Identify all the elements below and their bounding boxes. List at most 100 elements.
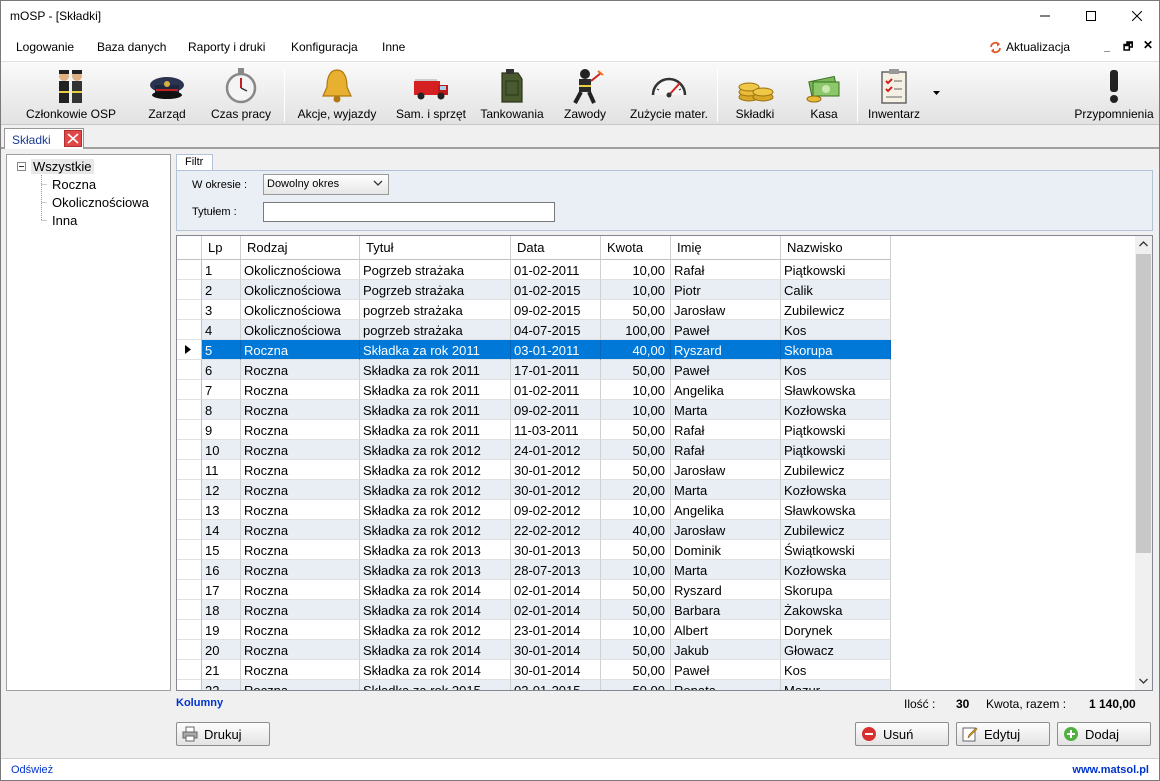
toolbar-competitions-button[interactable]: Zawody: [553, 62, 617, 124]
column-header-rodzaj[interactable]: Rodzaj: [241, 236, 360, 260]
column-header-tytul[interactable]: Tytuł: [360, 236, 511, 260]
cell-kwota[interactable]: 10,00: [601, 560, 671, 580]
cell-imie[interactable]: Jarosław: [671, 300, 781, 320]
cell-nazwisko[interactable]: Żakowska: [781, 600, 891, 620]
toolbar-board-button[interactable]: Zarząd: [129, 62, 205, 124]
cell-tytul[interactable]: Składka za rok 2011: [360, 340, 511, 360]
cell-imie[interactable]: Jarosław: [671, 460, 781, 480]
cell-lp[interactable]: 10: [202, 440, 241, 460]
cell-data[interactable]: 09-02-2015: [511, 300, 601, 320]
cell-tytul[interactable]: Składka za rok 2011: [360, 380, 511, 400]
cell-tytul[interactable]: Składka za rok 2012: [360, 440, 511, 460]
row-header[interactable]: [177, 420, 202, 440]
row-header[interactable]: [177, 480, 202, 500]
row-header[interactable]: [177, 520, 202, 540]
cell-imie[interactable]: Angelika: [671, 380, 781, 400]
toolbar-actions-button[interactable]: Akcje, wyjazdy: [289, 62, 385, 124]
cell-rodzaj[interactable]: Roczna: [241, 340, 360, 360]
cell-imie[interactable]: Ryszard: [671, 580, 781, 600]
row-header[interactable]: [177, 320, 202, 340]
cell-data[interactable]: 02-01-2014: [511, 580, 601, 600]
cell-rodzaj[interactable]: Okolicznościowa: [241, 260, 360, 280]
cell-nazwisko[interactable]: Kos: [781, 320, 891, 340]
cell-data[interactable]: 11-03-2011: [511, 420, 601, 440]
cell-data[interactable]: 09-02-2011: [511, 400, 601, 420]
cell-data[interactable]: 03-01-2011: [511, 340, 601, 360]
row-header[interactable]: [177, 340, 202, 360]
cell-imie[interactable]: Paweł: [671, 320, 781, 340]
cell-kwota[interactable]: 50,00: [601, 580, 671, 600]
cell-tytul[interactable]: Składka za rok 2011: [360, 360, 511, 380]
cell-nazwisko[interactable]: Kozłowska: [781, 560, 891, 580]
cell-rodzaj[interactable]: Roczna: [241, 660, 360, 680]
period-select[interactable]: Dowolny okres: [263, 174, 389, 195]
cell-nazwisko[interactable]: Sławkowska: [781, 500, 891, 520]
cell-kwota[interactable]: 50,00: [601, 680, 671, 690]
cell-rodzaj[interactable]: Roczna: [241, 500, 360, 520]
row-header[interactable]: [177, 680, 202, 690]
column-header-imie[interactable]: Imię: [671, 236, 781, 260]
cell-lp[interactable]: 20: [202, 640, 241, 660]
scrollbar-thumb[interactable]: [1136, 254, 1151, 553]
cell-imie[interactable]: Jakub: [671, 640, 781, 660]
toolbar-reminders-button[interactable]: Przypomnienia: [1069, 62, 1159, 124]
column-header-data[interactable]: Data: [511, 236, 601, 260]
menu-logowanie[interactable]: Logowanie: [16, 40, 74, 54]
cell-nazwisko[interactable]: Świątkowski: [781, 540, 891, 560]
close-button[interactable]: [1114, 1, 1159, 31]
toolbar-consumption-button[interactable]: Zużycie mater.: [623, 62, 715, 124]
cell-rodzaj[interactable]: Roczna: [241, 380, 360, 400]
cell-rodzaj[interactable]: Roczna: [241, 620, 360, 640]
row-header[interactable]: [177, 300, 202, 320]
cell-nazwisko[interactable]: Sławkowska: [781, 380, 891, 400]
cell-rodzaj[interactable]: Roczna: [241, 400, 360, 420]
row-header[interactable]: [177, 660, 202, 680]
toolbar-cash-button[interactable]: Kasa: [791, 62, 857, 124]
table-row[interactable]: 15 Roczna Składka za rok 2013 30-01-2013 50,…: [177, 540, 891, 560]
cell-imie[interactable]: Angelika: [671, 500, 781, 520]
column-header-lp[interactable]: Lp: [202, 236, 241, 260]
cell-nazwisko[interactable]: Mazur: [781, 680, 891, 690]
cell-rodzaj[interactable]: Roczna: [241, 460, 360, 480]
cell-lp[interactable]: 4: [202, 320, 241, 340]
cell-tytul[interactable]: Pogrzeb strażaka: [360, 280, 511, 300]
cell-tytul[interactable]: Składka za rok 2012: [360, 500, 511, 520]
cell-nazwisko[interactable]: Dorynek: [781, 620, 891, 640]
cell-kwota[interactable]: 50,00: [601, 540, 671, 560]
cell-kwota[interactable]: 50,00: [601, 300, 671, 320]
row-header[interactable]: [177, 460, 202, 480]
table-row[interactable]: 19 Roczna Składka za rok 2012 23-01-2014 10,…: [177, 620, 891, 640]
cell-imie[interactable]: Jarosław: [671, 520, 781, 540]
cell-kwota[interactable]: 10,00: [601, 280, 671, 300]
cell-data[interactable]: 02-01-2014: [511, 600, 601, 620]
minimize-button[interactable]: [1022, 1, 1068, 31]
cell-kwota[interactable]: 50,00: [601, 420, 671, 440]
tab-skladki[interactable]: Składki: [4, 128, 84, 149]
cell-data[interactable]: 22-02-2012: [511, 520, 601, 540]
cell-kwota[interactable]: 50,00: [601, 660, 671, 680]
cell-tytul[interactable]: Składka za rok 2013: [360, 560, 511, 580]
tree-node-other[interactable]: Inna: [52, 213, 77, 228]
cell-tytul[interactable]: Składka za rok 2013: [360, 540, 511, 560]
cell-nazwisko[interactable]: Głowacz: [781, 640, 891, 660]
table-row-selected[interactable]: 5 Roczna Składka za rok 2011 03-01-2011 40,0…: [177, 340, 891, 360]
table-row[interactable]: 4 Okolicznościowa pogrzeb strażaka 04-07-20…: [177, 320, 891, 340]
cell-data[interactable]: 24-01-2012: [511, 440, 601, 460]
cell-data[interactable]: 28-07-2013: [511, 560, 601, 580]
row-header[interactable]: [177, 580, 202, 600]
table-row[interactable]: 16 Roczna Składka za rok 2013 28-07-2013 10,…: [177, 560, 891, 580]
column-header-nazwisko[interactable]: Nazwisko: [781, 236, 891, 260]
table-row[interactable]: 1 Okolicznościowa Pogrzeb strażaka 01-02-20…: [177, 260, 891, 280]
cell-imie[interactable]: Marta: [671, 560, 781, 580]
cell-data[interactable]: 30-01-2012: [511, 460, 601, 480]
cell-kwota[interactable]: 10,00: [601, 260, 671, 280]
cell-kwota[interactable]: 50,00: [601, 460, 671, 480]
cell-imie[interactable]: Rafał: [671, 260, 781, 280]
tree-node-occasional[interactable]: Okolicznościowa: [52, 195, 149, 210]
cell-rodzaj[interactable]: Okolicznościowa: [241, 280, 360, 300]
toolbar-members-button[interactable]: Członkowie OSP: [23, 62, 119, 124]
table-row[interactable]: 10 Roczna Składka za rok 2012 24-01-2012 50,…: [177, 440, 891, 460]
row-header[interactable]: [177, 440, 202, 460]
table-row[interactable]: 6 Roczna Składka za rok 2011 17-01-2011 50,0…: [177, 360, 891, 380]
cell-nazwisko[interactable]: Zubilewicz: [781, 300, 891, 320]
